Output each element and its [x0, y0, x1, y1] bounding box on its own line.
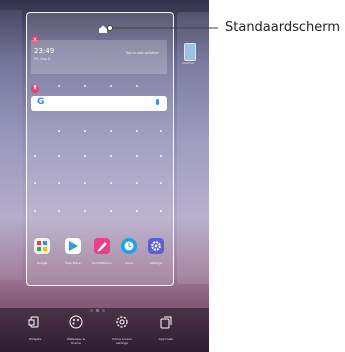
callout-label: Standaardscherm [225, 20, 341, 35]
callout-line [107, 25, 218, 31]
